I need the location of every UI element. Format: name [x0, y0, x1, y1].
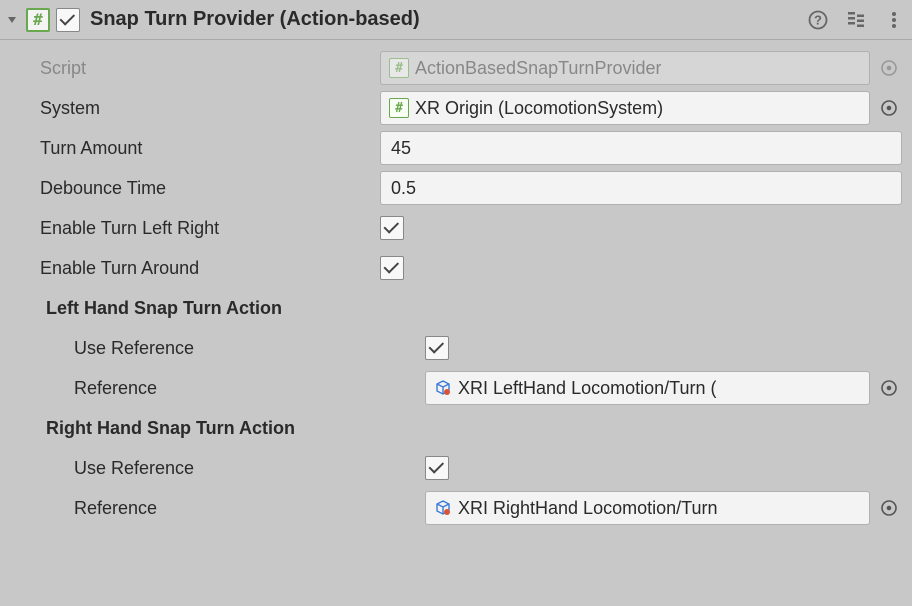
- input-action-icon: [434, 499, 452, 517]
- left-use-reference-checkbox[interactable]: [425, 336, 449, 360]
- script-field: # ActionBasedSnapTurnProvider: [380, 51, 870, 85]
- component-root: # Snap Turn Provider (Action-based) ? Sc…: [0, 0, 912, 540]
- foldout-arrow-icon[interactable]: [4, 12, 20, 28]
- system-row: System # XR Origin (LocomotionSystem): [10, 88, 902, 128]
- script-value: ActionBasedSnapTurnProvider: [415, 58, 661, 79]
- turn-amount-input[interactable]: [380, 131, 902, 165]
- context-menu-icon[interactable]: [884, 10, 904, 30]
- debounce-time-label: Debounce Time: [10, 178, 380, 199]
- right-use-reference-label: Use Reference: [10, 458, 425, 479]
- left-reference-row: Reference XRI LeftHand Locomotion/Turn (: [10, 368, 902, 408]
- script-picker-icon: [876, 55, 902, 81]
- left-use-reference-row: Use Reference: [10, 328, 902, 368]
- left-hand-section-label: Left Hand Snap Turn Action: [10, 298, 380, 319]
- system-label: System: [10, 98, 380, 119]
- right-reference-picker-icon[interactable]: [876, 495, 902, 521]
- debounce-time-input[interactable]: [380, 171, 902, 205]
- system-picker-icon[interactable]: [876, 95, 902, 121]
- component-header[interactable]: # Snap Turn Provider (Action-based) ?: [0, 0, 912, 40]
- debounce-time-row: Debounce Time: [10, 168, 902, 208]
- turn-amount-row: Turn Amount: [10, 128, 902, 168]
- script-label: Script: [10, 58, 380, 79]
- left-reference-value: XRI LeftHand Locomotion/Turn (: [458, 378, 716, 399]
- right-reference-field[interactable]: XRI RightHand Locomotion/Turn: [425, 491, 870, 525]
- script-row: Script # ActionBasedSnapTurnProvider: [10, 48, 902, 88]
- right-reference-label: Reference: [10, 498, 425, 519]
- component-title: Snap Turn Provider (Action-based): [90, 8, 802, 31]
- right-reference-value: XRI RightHand Locomotion/Turn: [458, 498, 717, 519]
- left-reference-field[interactable]: XRI LeftHand Locomotion/Turn (: [425, 371, 870, 405]
- script-icon: #: [389, 58, 409, 78]
- preset-icon[interactable]: [846, 10, 866, 30]
- system-field[interactable]: # XR Origin (LocomotionSystem): [380, 91, 870, 125]
- svg-text:?: ?: [814, 12, 822, 27]
- script-icon: #: [389, 98, 409, 118]
- right-hand-section: Right Hand Snap Turn Action: [10, 408, 902, 448]
- enable-turn-lr-label: Enable Turn Left Right: [10, 218, 380, 239]
- help-icon[interactable]: ?: [808, 10, 828, 30]
- component-enabled-checkbox[interactable]: [56, 8, 80, 32]
- enable-turn-lr-checkbox[interactable]: [380, 216, 404, 240]
- enable-turn-lr-row: Enable Turn Left Right: [10, 208, 902, 248]
- right-use-reference-checkbox[interactable]: [425, 456, 449, 480]
- script-type-icon: #: [26, 8, 50, 32]
- right-hand-section-label: Right Hand Snap Turn Action: [10, 418, 380, 439]
- enable-turn-around-label: Enable Turn Around: [10, 258, 380, 279]
- left-use-reference-label: Use Reference: [10, 338, 425, 359]
- left-reference-picker-icon[interactable]: [876, 375, 902, 401]
- right-reference-row: Reference XRI RightHand Locomotion/Turn: [10, 488, 902, 528]
- right-use-reference-row: Use Reference: [10, 448, 902, 488]
- left-reference-label: Reference: [10, 378, 425, 399]
- system-value: XR Origin (LocomotionSystem): [415, 98, 663, 119]
- left-hand-section: Left Hand Snap Turn Action: [10, 288, 902, 328]
- component-body: Script # ActionBasedSnapTurnProvider Sys…: [0, 40, 912, 540]
- enable-turn-around-checkbox[interactable]: [380, 256, 404, 280]
- enable-turn-around-row: Enable Turn Around: [10, 248, 902, 288]
- turn-amount-label: Turn Amount: [10, 138, 380, 159]
- input-action-icon: [434, 379, 452, 397]
